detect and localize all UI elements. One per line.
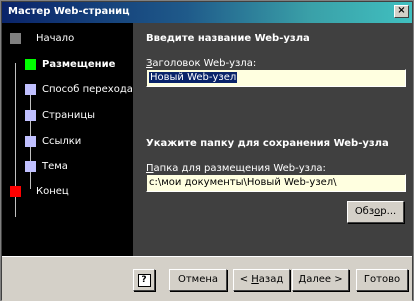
step-links[interactable]: Ссылки (42, 136, 81, 147)
site-title-heading: Введите название Web-узла (146, 33, 310, 44)
title-bar[interactable]: Мастер Web-страниц × (2, 2, 412, 23)
folder-path-value: c:\мои документы\Новый Web-узел\ (149, 177, 337, 188)
folder-label: Папка для размещения Web-узла: (146, 163, 326, 174)
step-end[interactable]: Конец (36, 186, 69, 197)
step-marker-pages (25, 110, 36, 121)
folder-heading: Укажите папку для сохранения Web-узла (146, 138, 389, 149)
close-icon: × (397, 5, 406, 16)
label-text: аголовок Web-узла: (152, 58, 257, 69)
step-navigation[interactable]: Способ перехода (42, 84, 133, 95)
wizard-steps-panel: Начало Размещение Способ перехода Страни… (2, 23, 133, 256)
hotkey-letter: П (146, 163, 154, 174)
browse-button[interactable]: Обзор... (347, 201, 404, 223)
hotkey-letter: Н (251, 274, 259, 285)
step-marker-end (10, 186, 21, 197)
step-marker-placement (25, 59, 36, 70)
step-pages[interactable]: Страницы (42, 110, 95, 121)
step-marker-start (10, 33, 21, 44)
back-label-part: < (239, 274, 252, 285)
back-label-part: азад (258, 274, 284, 285)
step-start[interactable]: Начало (36, 33, 74, 44)
cancel-button[interactable]: Отмена (169, 269, 227, 291)
window-title: Мастер Web-страниц (8, 6, 130, 17)
label-text: апка для размещения Web-узла: (153, 163, 326, 174)
folder-path-input[interactable]: c:\мои документы\Новый Web-узел\ (146, 174, 406, 192)
back-button[interactable]: < Назад (233, 269, 290, 291)
next-label-part: алее > (306, 274, 343, 285)
step-marker-navigation (25, 84, 36, 95)
help-icon: ? (137, 274, 151, 287)
browse-label-part: р... (380, 206, 397, 217)
step-theme[interactable]: Тема (42, 161, 68, 172)
close-button[interactable]: × (394, 5, 409, 18)
step-marker-links (25, 136, 36, 147)
wizard-content-panel: Введите название Web-узла Заголовок Web-… (133, 23, 412, 256)
browse-label-part: Обз (354, 206, 375, 217)
step-marker-theme (25, 161, 36, 172)
step-placement[interactable]: Размещение (42, 59, 115, 70)
site-title-value: Новый Web-узел (149, 72, 238, 83)
help-button[interactable]: ? (133, 269, 155, 291)
wizard-window: Мастер Web-страниц × Начало Размещение С… (0, 0, 414, 301)
site-title-label: Заголовок Web-узла: (146, 58, 256, 69)
finish-button[interactable]: Готово (356, 269, 408, 291)
next-button[interactable]: Далее > (292, 269, 349, 291)
site-title-input[interactable]: Новый Web-узел (146, 69, 406, 87)
wizard-button-bar: ? Отмена < Назад Далее > Готово (2, 256, 412, 301)
